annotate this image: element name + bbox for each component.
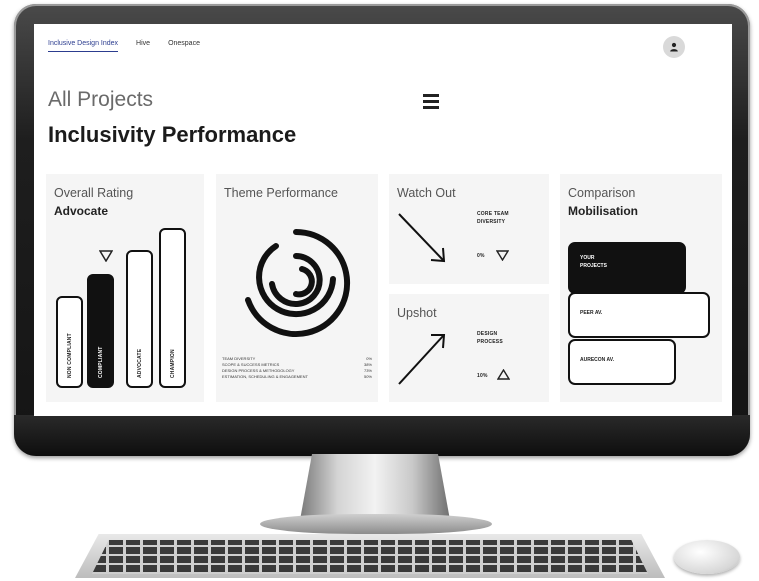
page-subtitle: Inclusivity Performance <box>48 122 297 147</box>
theme-legend: TEAM DIVERSITY 0% SCOPE & SUCCESS METRICS… <box>222 356 372 380</box>
comparison-card[interactable]: Comparison Mobilisation YOUR PROJECTS PE… <box>560 174 722 402</box>
keyboard-keys <box>92 540 648 574</box>
page-title: All Projects <box>48 88 154 111</box>
user-icon <box>670 42 678 52</box>
rating-bar-compliant: COMPLIANT <box>87 274 114 388</box>
watch-out-label: CORE TEAM DIVERSITY <box>477 211 509 225</box>
triangle-down-icon <box>496 250 509 261</box>
card-title: Watch Out <box>397 186 456 200</box>
comparison-value: Mobilisation <box>568 204 638 218</box>
upshot-label: DESIGN PROCESS <box>477 331 503 345</box>
triangle-up-icon <box>497 369 510 380</box>
top-nav: Inclusive Design Index Hive Onespace <box>48 40 200 52</box>
rating-bar-advocate: ADVOCATE <box>126 250 153 388</box>
theme-performance-card[interactable]: Theme Performance TEAM DIVERSITY 0% SCOPE… <box>216 174 378 402</box>
comparison-your-projects[interactable]: YOUR PROJECTS <box>568 242 686 294</box>
monitor-stand <box>300 454 450 520</box>
concentric-arcs-icon <box>245 229 351 337</box>
watch-out-card[interactable]: Watch Out CORE TEAM DIVERSITY 0% <box>389 174 549 284</box>
arrow-up-right-icon <box>398 334 446 385</box>
nav-link-hive[interactable]: Hive <box>136 40 150 52</box>
triangle-down-icon <box>99 250 113 262</box>
card-title: Theme Performance <box>224 186 338 200</box>
monitor-stand-base <box>260 514 492 534</box>
mouse <box>674 540 740 574</box>
nav-link-onespace[interactable]: Onespace <box>168 40 200 52</box>
arrow-down-right-icon <box>398 213 446 263</box>
upshot-value: 10% <box>477 373 488 379</box>
card-title: Comparison <box>568 186 636 200</box>
hamburger-menu-icon[interactable] <box>423 94 439 112</box>
card-title: Upshot <box>397 306 437 320</box>
comparison-aurecon-average[interactable]: AURECON AV. <box>568 339 676 385</box>
overall-rating-value: Advocate <box>54 204 109 218</box>
monitor-chin <box>14 415 750 456</box>
rating-bar-non-compliant: NON COMPLIANT <box>56 296 83 388</box>
app-screen: Inclusive Design Index Hive Onespace All… <box>34 24 732 416</box>
watch-out-value: 0% <box>477 253 485 259</box>
overall-rating-card[interactable]: Overall Rating Advocate NON COMPLIANT CO… <box>46 174 204 402</box>
avatar[interactable] <box>663 36 685 58</box>
rating-bar-champion: CHAMPION <box>159 228 186 388</box>
comparison-peer-average[interactable]: PEER AV. <box>568 292 710 338</box>
legend-row: ESTIMATION, SCHEDULING & ENGAGEMENT 50% <box>222 374 372 379</box>
card-title: Overall Rating <box>54 186 134 200</box>
nav-link-inclusive-design-index[interactable]: Inclusive Design Index <box>48 40 119 52</box>
upshot-card[interactable]: Upshot DESIGN PROCESS 10% <box>389 294 549 402</box>
